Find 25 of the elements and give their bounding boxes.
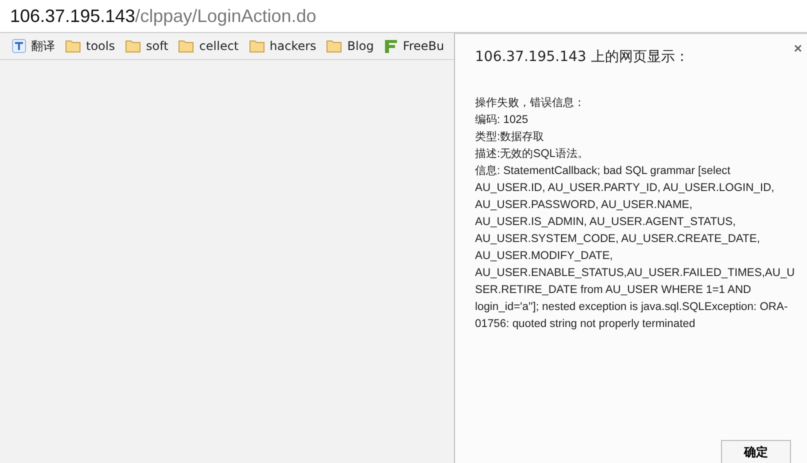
bookmark-item[interactable]: FreeBu (384, 38, 444, 54)
message-text: 描述:无效的SQL语法。 (475, 147, 590, 162)
folder-icon (124, 39, 141, 53)
ok-button[interactable]: 确定 (721, 440, 791, 463)
letter-f-icon (384, 38, 398, 54)
message-text: 信息: StatementCallback; bad SQL grammar [select AU_USER.ID, AU_USER.PARTY_ID, AU_USER.LOGIN_ID, AU_USER.PASSWORD, AU_USER.NAME, AU_USER.IS_ADMIN, AU_USER.AGENT_STATUS, AU_USER.SYSTEM_CODE, AU_USER.CREATE_DATE, AU_USER.MODIFY_DATE, AU_USER.ENABLE_STATUS,AU_USER.FAILED_TIMES,AU_USER.RETIRE_DATE from AU_USER WHERE 1=1 AND login_id='a'']; nested exception is java.sql.SQLException: ORA-01756: quoted string not properly terminated (475, 164, 795, 332)
dialog-title: 106.37.195.143 上的网页显示： (475, 48, 689, 66)
folder-icon (178, 39, 194, 53)
url-path: /clppay/LoginAction.do (135, 6, 316, 26)
close-button[interactable]: × (792, 40, 804, 56)
bookmark-item[interactable]: Blog (326, 39, 374, 53)
bookmark-item[interactable]: soft (124, 39, 168, 53)
folder-icon (326, 39, 342, 53)
bookmark-item[interactable]: tools (65, 39, 115, 53)
bookmark-item[interactable]: cellect (178, 39, 239, 53)
bookmark-item[interactable]: hackers (248, 39, 316, 53)
url-host: 106.37.195.143 (10, 6, 136, 26)
folder-icon (248, 39, 265, 53)
message-text: 操作失败，错误信息： (475, 96, 586, 111)
folder-icon (65, 39, 81, 53)
message-text: 类型:数据存取 (475, 130, 546, 145)
address-bar[interactable]: 106.37.195.143/clppay/LoginAction.do (0, 0, 807, 33)
message-text: 编码: 1025 (475, 113, 530, 128)
bookmark-item[interactable]: 翻译 (12, 38, 55, 54)
translate-icon (12, 39, 26, 53)
